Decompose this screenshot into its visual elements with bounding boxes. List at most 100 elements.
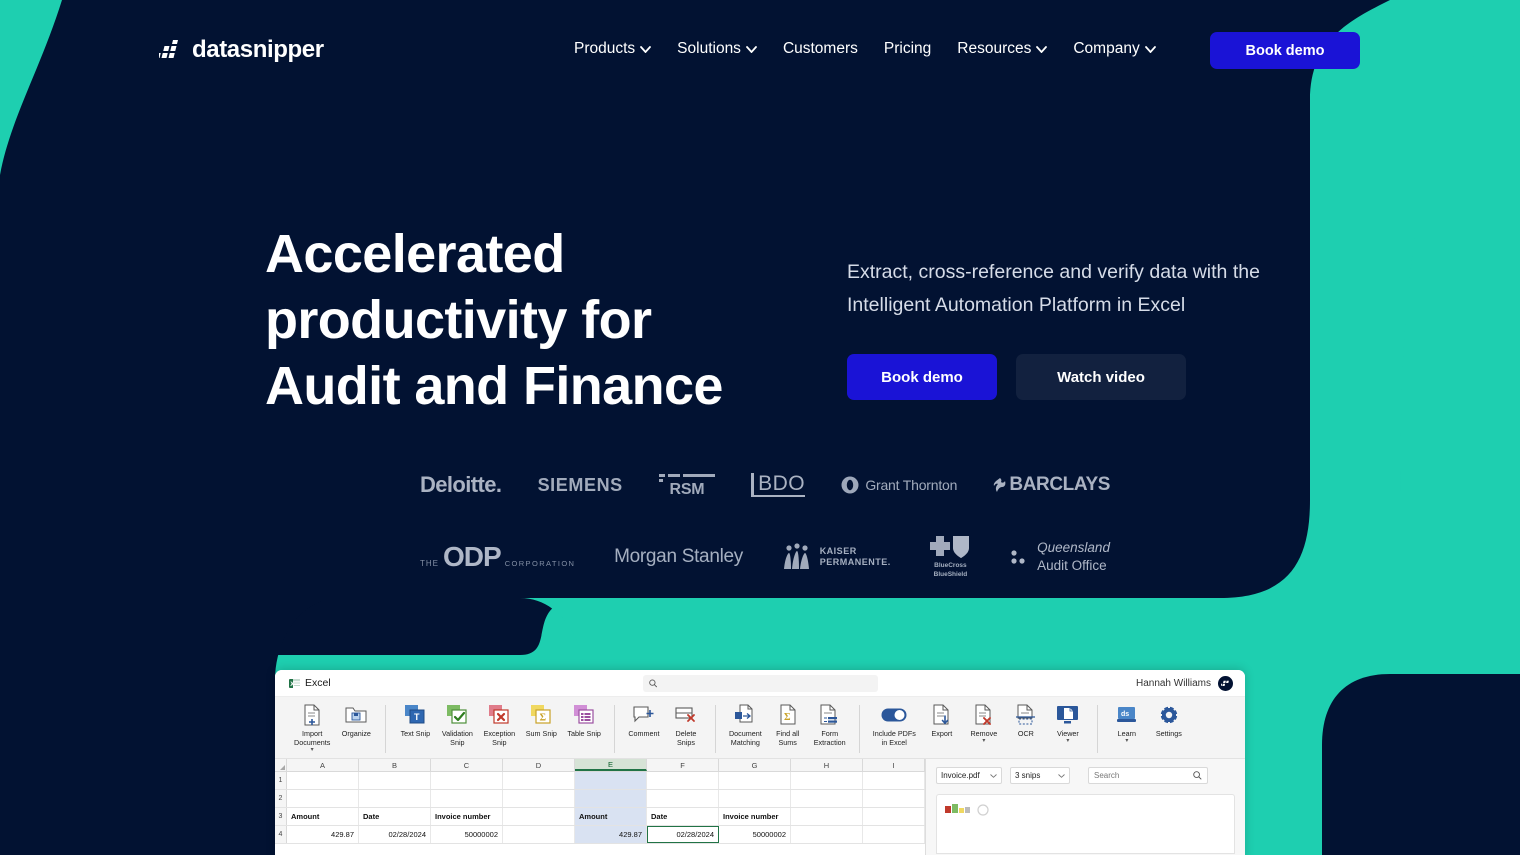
ribbon-text-snip[interactable]: T Text Snip (394, 702, 436, 738)
cell-h3[interactable] (791, 808, 863, 825)
cell-g3[interactable]: Invoice number (719, 808, 791, 825)
column-header-c[interactable]: C (431, 759, 503, 771)
ribbon-table-snip[interactable]: Table Snip (562, 702, 606, 738)
cell-e2[interactable] (575, 790, 647, 807)
cell-c1[interactable] (431, 772, 503, 789)
ribbon-include-pdfs-in-excel[interactable]: Include PDFs in Excel (868, 702, 921, 747)
cell-c4[interactable]: 50000002 (431, 826, 503, 843)
column-header-e[interactable]: E (575, 759, 647, 771)
header-book-demo-button[interactable]: Book demo (1210, 32, 1360, 69)
svg-text:ds: ds (1121, 711, 1129, 718)
table-row[interactable]: 4 429.87 02/28/2024 50000002 429.87 02/2… (275, 826, 925, 844)
excel-user-chip[interactable]: Hannah Williams (1136, 675, 1233, 691)
cell-a1[interactable] (287, 772, 359, 789)
cell-f4[interactable]: 02/28/2024 (647, 826, 719, 843)
cell-f1[interactable] (647, 772, 719, 789)
cell-a3[interactable]: Amount (287, 808, 359, 825)
column-header-i[interactable]: I (863, 759, 925, 771)
cell-b1[interactable] (359, 772, 431, 789)
column-header-g[interactable]: G (719, 759, 791, 771)
datasnipper-avatar-icon[interactable] (1218, 675, 1233, 691)
brand-logo[interactable]: datasnipper (159, 38, 324, 62)
cell-b4[interactable]: 02/28/2024 (359, 826, 431, 843)
cell-d2[interactable] (503, 790, 575, 807)
chevron-down-icon[interactable]: ▾ (982, 738, 985, 744)
column-header-h[interactable]: H (791, 759, 863, 771)
cell-h1[interactable] (791, 772, 863, 789)
row-header-3[interactable]: 3 (275, 808, 287, 825)
ribbon-settings[interactable]: Settings (1148, 702, 1190, 738)
cell-a2[interactable] (287, 790, 359, 807)
chevron-down-icon[interactable]: ▾ (311, 747, 314, 753)
table-row[interactable]: 2 (275, 790, 925, 808)
cell-b3[interactable]: Date (359, 808, 431, 825)
spreadsheet-grid[interactable]: A B C D E F G H I 1 2 3 Amount Date Invo… (275, 759, 925, 855)
cell-e3[interactable]: Amount (575, 808, 647, 825)
ribbon-document-matching[interactable]: Document Matching (724, 702, 767, 747)
cell-d1[interactable] (503, 772, 575, 789)
cell-b2[interactable] (359, 790, 431, 807)
pane-document-preview[interactable] (936, 794, 1235, 854)
column-header-d[interactable]: D (503, 759, 575, 771)
table-row[interactable]: 3 Amount Date Invoice number Amount Date… (275, 808, 925, 826)
ribbon-delete-snips[interactable]: Delete Snips (665, 702, 707, 747)
cell-i3[interactable] (863, 808, 925, 825)
cell-f3[interactable]: Date (647, 808, 719, 825)
ribbon-organize[interactable]: Organize (335, 702, 377, 738)
row-header-2[interactable]: 2 (275, 790, 287, 807)
row-header-4[interactable]: 4 (275, 826, 287, 843)
cell-i1[interactable] (863, 772, 925, 789)
column-header-b[interactable]: B (359, 759, 431, 771)
toggle-on-icon[interactable] (881, 702, 907, 727)
form-extraction-icon (819, 702, 840, 727)
ribbon-sum-snip[interactable]: Σ Sum Snip (520, 702, 562, 738)
excel-search-bar[interactable] (643, 675, 878, 692)
cell-g2[interactable] (719, 790, 791, 807)
ribbon-learn[interactable]: ds Learn ▾ (1106, 702, 1148, 744)
ribbon-find-all-sums[interactable]: Σ Find all Sums (767, 702, 809, 747)
nav-item-products[interactable]: Products (574, 40, 652, 58)
datasnipper-side-pane: Invoice.pdf 3 snips Search (925, 759, 1245, 855)
cell-a4[interactable]: 429.87 (287, 826, 359, 843)
cell-h4[interactable] (791, 826, 863, 843)
cell-e4[interactable]: 429.87 (575, 826, 647, 843)
nav-item-resources[interactable]: Resources (957, 40, 1048, 58)
table-row[interactable]: 1 (275, 772, 925, 790)
cell-i2[interactable] (863, 790, 925, 807)
cell-e1[interactable] (575, 772, 647, 789)
nav-item-pricing[interactable]: Pricing (884, 40, 931, 58)
select-all-corner[interactable] (275, 759, 287, 771)
column-header-f[interactable]: F (647, 759, 719, 771)
cell-d3[interactable] (503, 808, 575, 825)
pane-search-field[interactable]: Search (1088, 767, 1208, 784)
column-header-a[interactable]: A (287, 759, 359, 771)
cell-f2[interactable] (647, 790, 719, 807)
cell-h2[interactable] (791, 790, 863, 807)
cell-g4[interactable]: 50000002 (719, 826, 791, 843)
ribbon-comment[interactable]: Comment (623, 702, 665, 738)
cell-c3[interactable]: Invoice number (431, 808, 503, 825)
hero-watch-video-button[interactable]: Watch video (1016, 354, 1186, 401)
row-header-1[interactable]: 1 (275, 772, 287, 789)
excel-search-input[interactable] (662, 679, 872, 688)
pane-file-select[interactable]: Invoice.pdf (936, 767, 1002, 784)
pane-snips-select[interactable]: 3 snips (1010, 767, 1070, 784)
ribbon-exception-snip[interactable]: Exception Snip (478, 702, 520, 747)
cell-i4[interactable] (863, 826, 925, 843)
cell-c2[interactable] (431, 790, 503, 807)
hero-book-demo-button[interactable]: Book demo (847, 354, 997, 401)
chevron-down-icon[interactable]: ▾ (1125, 738, 1128, 744)
cell-d4[interactable] (503, 826, 575, 843)
nav-item-customers[interactable]: Customers (783, 40, 858, 58)
ribbon-form-extraction[interactable]: Form Extraction (809, 702, 851, 747)
ribbon-import-documents[interactable]: Import Documents ▾ (289, 702, 335, 753)
cell-g1[interactable] (719, 772, 791, 789)
chevron-down-icon[interactable]: ▾ (1066, 738, 1069, 744)
nav-item-solutions[interactable]: Solutions (677, 40, 757, 58)
ribbon-validation-snip[interactable]: Validation Snip (436, 702, 478, 747)
ribbon-remove[interactable]: Remove ▾ (963, 702, 1005, 744)
ribbon-export[interactable]: Export (921, 702, 963, 738)
nav-item-company[interactable]: Company (1073, 40, 1156, 58)
ribbon-ocr[interactable]: OCR (1005, 702, 1047, 738)
ribbon-viewer[interactable]: Viewer ▾ (1047, 702, 1089, 744)
